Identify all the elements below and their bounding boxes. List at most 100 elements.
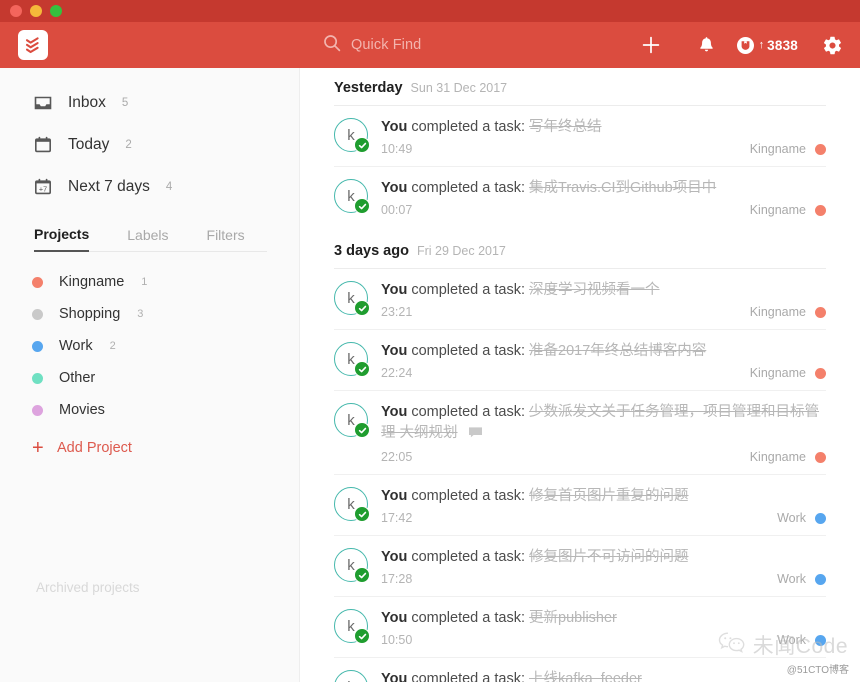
- activity-task-name[interactable]: 深度学习视频看一个: [529, 282, 660, 298]
- activity-project-name: Work: [777, 572, 806, 586]
- activity-body: You completed a task: 更新publisher 10:50 …: [381, 608, 826, 647]
- quick-find-placeholder: Quick Find: [351, 37, 422, 53]
- activity-project-name: Kingname: [749, 142, 806, 156]
- sidebar-item-inbox-label: Inbox: [68, 94, 106, 111]
- activity-body: You completed a task: 深度学习视频看一个 23:21 Ki…: [381, 280, 826, 319]
- add-project-button[interactable]: + Add Project: [0, 430, 299, 466]
- activity-actor: You: [381, 404, 408, 420]
- activity-project-name: Work: [777, 511, 806, 525]
- plus-icon: +: [32, 437, 44, 459]
- activity-project[interactable]: Work: [777, 633, 826, 647]
- activity-action: completed a task:: [411, 180, 525, 196]
- activity-row[interactable]: k You completed a task: 集成Travis.CI到Gith…: [334, 166, 826, 227]
- activity-project[interactable]: Kingname: [750, 142, 826, 156]
- window-titlebar: [0, 0, 860, 22]
- project-item-shopping[interactable]: Shopping 3: [0, 298, 299, 330]
- activity-task-name[interactable]: 更新publisher: [529, 610, 617, 626]
- add-task-button[interactable]: [623, 22, 679, 68]
- day-date: Fri 29 Dec 2017: [416, 244, 506, 258]
- activity-project-color-dot: [815, 204, 826, 216]
- activity-action: completed a task:: [411, 549, 525, 565]
- activity-project[interactable]: Kingname: [750, 305, 826, 319]
- activity-time: 17:42: [381, 511, 413, 525]
- activity-project-name: Kingname: [749, 366, 806, 380]
- project-color-dot: [32, 340, 43, 352]
- tab-filters[interactable]: Filters: [207, 227, 245, 251]
- window-maximize-button[interactable]: [50, 5, 62, 17]
- activity-task-name[interactable]: 写年终总结: [529, 119, 602, 135]
- window-close-button[interactable]: [10, 5, 22, 17]
- settings-button[interactable]: [804, 22, 860, 68]
- activity-row[interactable]: k You completed a task: 更新publisher 10:5…: [334, 596, 826, 657]
- activity-project-name: Kingname: [749, 450, 806, 464]
- activity-body: You completed a task: 修复首页图片重复的问题 17:42 …: [381, 486, 826, 525]
- todoist-logo-icon[interactable]: [18, 30, 48, 60]
- activity-project-name: Kingname: [749, 305, 806, 319]
- karma-points: 3838: [767, 37, 798, 53]
- activity-project-color-dot: [815, 573, 826, 585]
- avatar: k: [334, 609, 370, 644]
- activity-project[interactable]: Kingname: [750, 366, 826, 380]
- project-name: Kingname: [59, 274, 125, 290]
- activity-action: completed a task:: [411, 671, 525, 682]
- project-color-dot: [32, 372, 43, 384]
- activity-task-name[interactable]: 准备2017年终总结博客内容: [529, 343, 706, 359]
- task-completed-check-icon: [354, 628, 370, 644]
- activity-project-color-dot: [815, 143, 826, 155]
- comment-icon[interactable]: [468, 425, 483, 446]
- project-name: Other: [59, 370, 96, 386]
- activity-project[interactable]: Work: [777, 572, 826, 586]
- activity-task-name[interactable]: 修复图片不可访问的问题: [529, 549, 689, 565]
- project-item-kingname[interactable]: Kingname 1: [0, 266, 299, 298]
- sidebar-item-inbox[interactable]: Inbox 5: [0, 82, 299, 124]
- project-color-dot: [32, 308, 43, 320]
- avatar: k: [334, 487, 370, 522]
- activity-actor: You: [381, 343, 408, 359]
- activity-body: You completed a task: 准备2017年终总结博客内容 22:…: [381, 341, 826, 380]
- sidebar-item-inbox-count: 5: [121, 97, 129, 109]
- notifications-button[interactable]: [679, 22, 735, 68]
- project-item-work[interactable]: Work 2: [0, 330, 299, 362]
- sidebar-item-next-7-days[interactable]: +7 Next 7 days 4: [0, 166, 299, 208]
- activity-row[interactable]: k You completed a task: 写年终总结 10:49 King…: [334, 105, 826, 166]
- activity-time: 10:50: [381, 633, 413, 647]
- activity-project[interactable]: Work: [777, 511, 826, 525]
- activity-action: completed a task:: [411, 343, 525, 359]
- quick-find[interactable]: Quick Find: [323, 22, 421, 68]
- archived-projects-link[interactable]: Archived projects: [36, 580, 140, 595]
- tab-projects[interactable]: Projects: [34, 226, 90, 252]
- activity-row[interactable]: k You completed a task: 上线kafka_feeder: [334, 657, 826, 682]
- karma-medal-icon: [736, 36, 754, 54]
- activity-row[interactable]: k You completed a task: 修复图片不可访问的问题 17:2…: [334, 535, 826, 596]
- activity-task-name[interactable]: 集成Travis.CI到Github项目中: [529, 180, 716, 196]
- project-list: Kingname 1 Shopping 3 Work 2 Other Movie…: [0, 266, 299, 426]
- activity-row[interactable]: k You completed a task: 少数派发文关于任务管理，项目管理…: [334, 390, 826, 474]
- activity-task-name[interactable]: 上线kafka_feeder: [529, 671, 642, 682]
- activity-project-name: Kingname: [749, 203, 806, 217]
- search-icon: [323, 34, 341, 57]
- day-title: Yesterday: [334, 80, 403, 96]
- window-minimize-button[interactable]: [30, 5, 42, 17]
- activity-row[interactable]: k You completed a task: 深度学习视频看一个 23:21 …: [334, 268, 826, 329]
- tab-labels[interactable]: Labels: [127, 227, 168, 251]
- day-header: 3 days ago Fri 29 Dec 2017: [334, 227, 826, 268]
- activity-project-color-dot: [815, 451, 826, 463]
- activity-task-name[interactable]: 修复首页图片重复的问题: [529, 488, 689, 504]
- inbox-icon: [32, 93, 54, 113]
- sidebar-item-today[interactable]: Today 2: [0, 124, 299, 166]
- activity-row[interactable]: k You completed a task: 修复首页图片重复的问题 17:4…: [334, 474, 826, 535]
- activity-actor: You: [381, 180, 408, 196]
- task-completed-check-icon: [354, 506, 370, 522]
- activity-action: completed a task:: [411, 282, 525, 298]
- sidebar-tabs: Projects Labels Filters: [34, 226, 267, 252]
- project-name: Movies: [59, 402, 105, 418]
- day-header: Yesterday Sun 31 Dec 2017: [334, 68, 826, 105]
- activity-project[interactable]: Kingname: [750, 203, 826, 217]
- activity-actor: You: [381, 671, 408, 682]
- project-item-movies[interactable]: Movies: [0, 394, 299, 426]
- activity-project[interactable]: Kingname: [750, 450, 826, 464]
- sidebar-item-next-7-days-count: 4: [165, 181, 173, 193]
- project-item-other[interactable]: Other: [0, 362, 299, 394]
- activity-row[interactable]: k You completed a task: 准备2017年终总结博客内容 2…: [334, 329, 826, 390]
- karma-badge[interactable]: ↑ 3838: [735, 22, 804, 68]
